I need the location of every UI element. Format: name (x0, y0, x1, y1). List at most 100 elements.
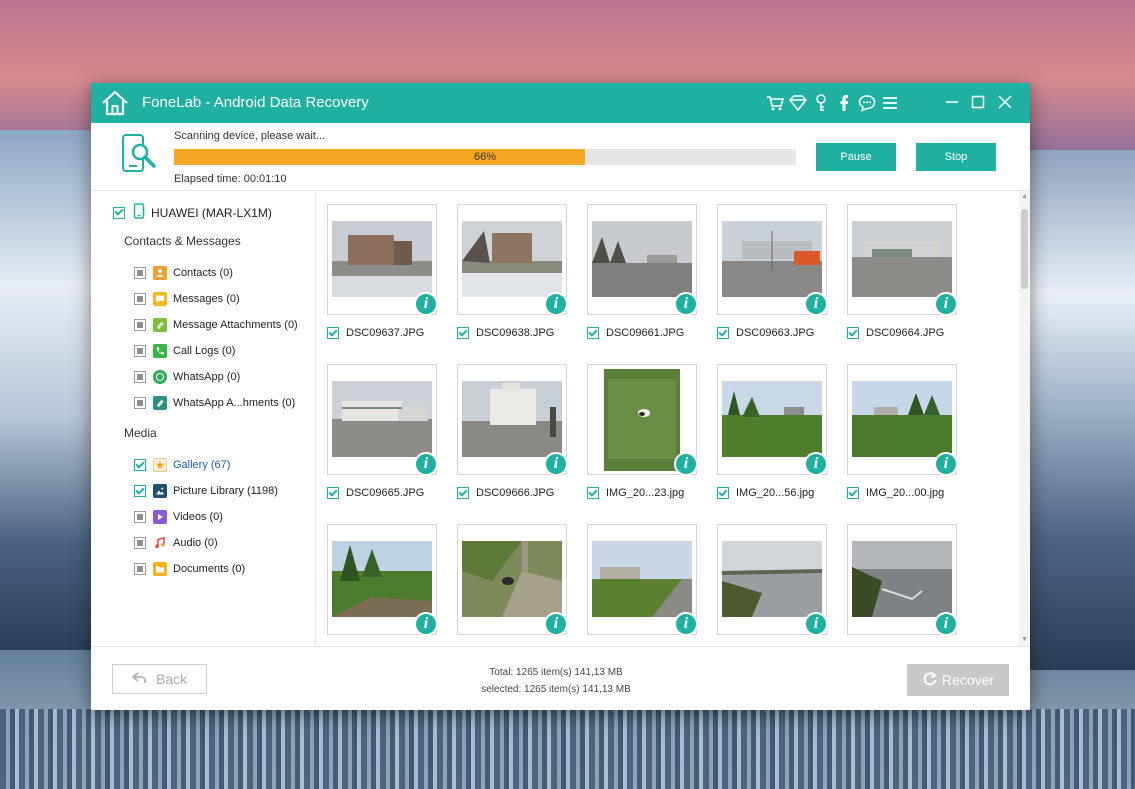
maximize-icon[interactable] (967, 91, 989, 113)
info-icon[interactable]: i (544, 612, 568, 636)
info-icon[interactable]: i (414, 612, 438, 636)
info-icon[interactable]: i (934, 612, 958, 636)
sidebar-item-whatsapp-attachments[interactable]: WhatsApp A...hments (0) (134, 394, 295, 412)
key-icon[interactable] (809, 92, 832, 114)
chat-icon[interactable] (855, 92, 878, 114)
sidebar-item-messages[interactable]: Messages (0) (134, 290, 240, 308)
sidebar-item-audio[interactable]: Audio (0) (134, 534, 218, 552)
home-icon[interactable] (100, 89, 130, 117)
thumbnail-card[interactable]: i (717, 364, 828, 476)
checkbox[interactable] (134, 371, 146, 383)
thumbnail-label[interactable]: IMG_20...00.jpg (847, 485, 944, 501)
recover-label: Recover (941, 672, 995, 688)
thumbnail-label[interactable]: DSC09661.JPG (587, 325, 684, 341)
checkbox[interactable] (134, 397, 146, 409)
sidebar-item-documents[interactable]: Documents (0) (134, 560, 245, 578)
close-icon[interactable] (994, 91, 1016, 113)
thumbnail-label[interactable]: DSC09666.JPG (457, 485, 554, 501)
minimize-icon[interactable] (941, 91, 963, 113)
sidebar-item-message-attachments[interactable]: Message Attachments (0) (134, 316, 298, 334)
checkbox[interactable] (327, 327, 339, 339)
scroll-thumb[interactable] (1021, 209, 1028, 289)
checkbox[interactable] (847, 487, 859, 499)
checkbox[interactable] (134, 485, 146, 497)
info-icon[interactable]: i (544, 292, 568, 316)
thumbnail-card[interactable]: i (587, 524, 698, 636)
back-button[interactable]: Back (112, 664, 207, 694)
thumbnail-card[interactable]: i (717, 524, 828, 636)
thumbnail-card[interactable]: i (587, 364, 698, 476)
thumbnail-card[interactable]: i (847, 204, 958, 316)
phone-icon (153, 344, 167, 358)
thumbnail-label[interactable]: IMG_20...56.jpg (717, 485, 814, 501)
sidebar-item-gallery[interactable]: Gallery (67) (134, 456, 230, 474)
info-icon[interactable]: i (804, 292, 828, 316)
info-icon[interactable]: i (544, 452, 568, 476)
scan-progress-bar: 66% (174, 149, 796, 165)
thumbnail-card[interactable]: i (847, 524, 958, 636)
menu-icon[interactable] (878, 92, 901, 114)
device-checkbox[interactable] (113, 206, 125, 219)
thumbnail-label[interactable]: DSC09638.JPG (457, 325, 554, 341)
checkbox[interactable] (327, 487, 339, 499)
info-icon[interactable]: i (804, 452, 828, 476)
facebook-icon[interactable] (832, 92, 855, 114)
file-name: IMG_20...23.jpg (606, 487, 685, 499)
recover-button[interactable]: Recover (907, 664, 1009, 696)
android-phone-icon (133, 203, 145, 222)
checkbox[interactable] (717, 487, 729, 499)
thumbnail-label[interactable]: DSC09663.JPG (717, 325, 814, 341)
photo-thumbnail (592, 221, 692, 297)
thumbnail-card[interactable]: i (457, 524, 568, 636)
sidebar-item-whatsapp[interactable]: WhatsApp (0) (134, 368, 240, 386)
thumbnail-label[interactable]: DSC09637.JPG (327, 325, 424, 341)
thumbnail-card[interactable]: i (587, 204, 698, 316)
thumbnail-card[interactable]: i (457, 204, 568, 316)
checkbox[interactable] (847, 327, 859, 339)
scan-panel: Scanning device, please wait... 66% Elap… (91, 123, 1030, 191)
sidebar-item-call-logs[interactable]: Call Logs (0) (134, 342, 235, 360)
checkbox[interactable] (134, 511, 146, 523)
info-icon[interactable]: i (414, 452, 438, 476)
thumbnail-card[interactable]: i (457, 364, 568, 476)
device-row[interactable]: HUAWEI (MAR-LX1M) (113, 203, 272, 222)
info-icon[interactable]: i (934, 292, 958, 316)
diamond-icon[interactable] (786, 92, 809, 114)
info-icon[interactable]: i (674, 292, 698, 316)
info-icon[interactable]: i (674, 612, 698, 636)
info-icon[interactable]: i (934, 452, 958, 476)
checkbox[interactable] (134, 267, 146, 279)
checkbox[interactable] (134, 293, 146, 305)
pause-button[interactable]: Pause (816, 143, 896, 171)
stop-button[interactable]: Stop (916, 143, 996, 171)
checkbox[interactable] (717, 327, 729, 339)
scrollbar[interactable]: ▲ ▼ (1019, 191, 1030, 646)
checkbox[interactable] (457, 487, 469, 499)
info-icon[interactable]: i (804, 612, 828, 636)
photo-thumbnail (462, 541, 562, 617)
thumbnail-card[interactable]: i (327, 364, 438, 476)
info-icon[interactable]: i (414, 292, 438, 316)
checkbox[interactable] (134, 563, 146, 575)
thumbnail-card[interactable]: i (717, 204, 828, 316)
checkbox[interactable] (457, 327, 469, 339)
checkbox[interactable] (587, 327, 599, 339)
checkbox[interactable] (134, 319, 146, 331)
scroll-up-arrow[interactable]: ▲ (1019, 191, 1030, 203)
sidebar-item-contacts[interactable]: Contacts (0) (134, 264, 233, 282)
thumbnail-card[interactable]: i (327, 524, 438, 636)
thumbnail-label[interactable]: DSC09664.JPG (847, 325, 944, 341)
thumbnail-label[interactable]: IMG_20...23.jpg (587, 485, 684, 501)
scroll-down-arrow[interactable]: ▼ (1019, 634, 1030, 646)
thumbnail-label[interactable]: DSC09665.JPG (327, 485, 424, 501)
sidebar-item-videos[interactable]: Videos (0) (134, 508, 223, 526)
checkbox[interactable] (587, 487, 599, 499)
checkbox[interactable] (134, 459, 146, 471)
thumbnail-card[interactable]: i (847, 364, 958, 476)
info-icon[interactable]: i (674, 452, 698, 476)
sidebar-item-picture-library[interactable]: Picture Library (1198) (134, 482, 278, 500)
checkbox[interactable] (134, 537, 146, 549)
thumbnail-card[interactable]: i (327, 204, 438, 316)
checkbox[interactable] (134, 345, 146, 357)
cart-icon[interactable] (763, 92, 786, 114)
